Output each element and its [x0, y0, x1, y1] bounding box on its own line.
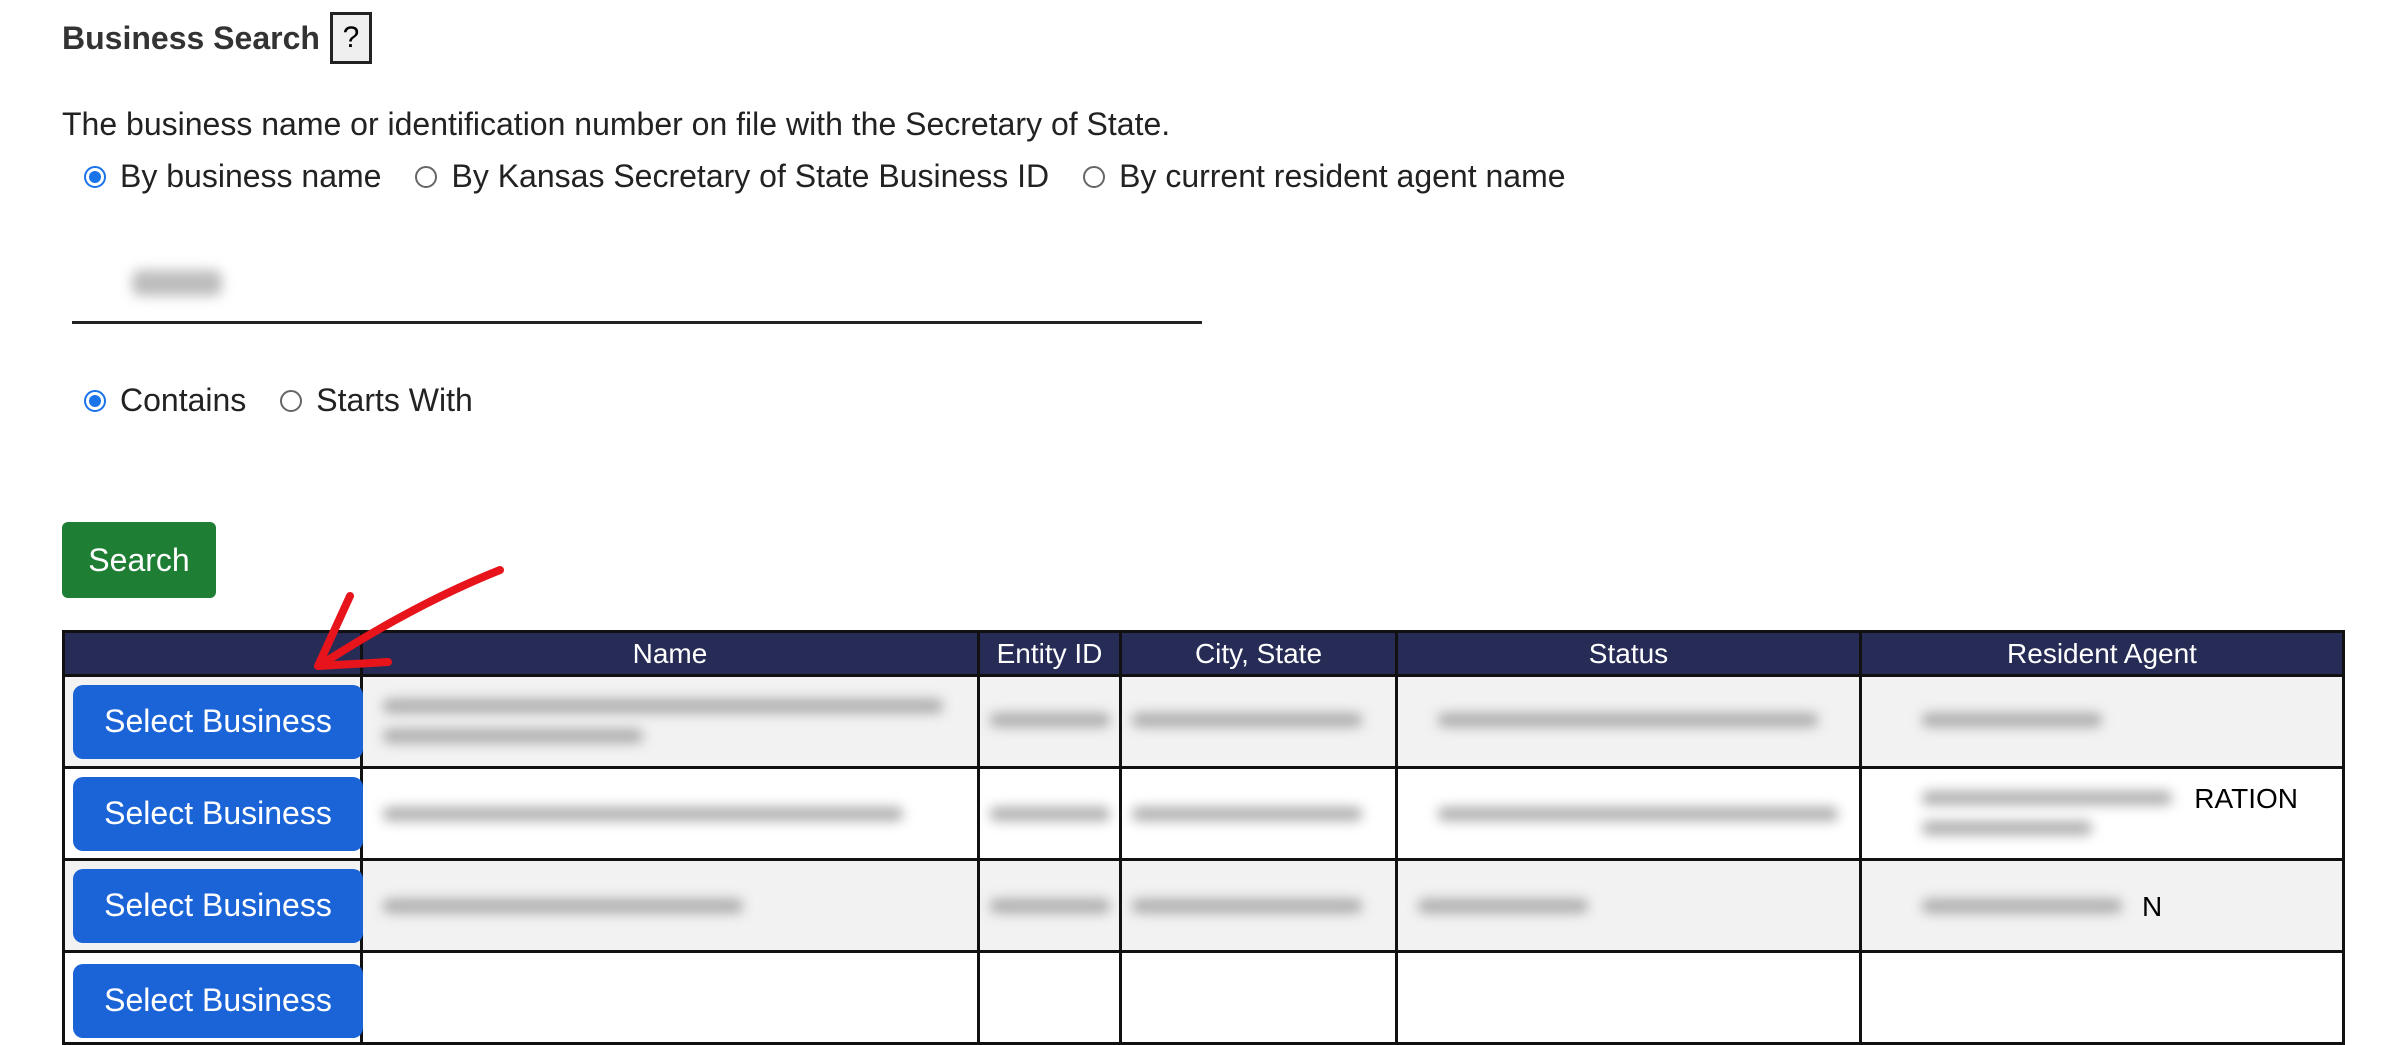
column-header-city-state[interactable]: City, State	[1119, 630, 1398, 677]
entity-id-cell	[977, 674, 1122, 769]
search-by-name-option[interactable]: By business name	[84, 158, 381, 195]
resident-agent-text: N	[2142, 891, 2163, 922]
table-row: Select Business	[62, 950, 2345, 1045]
search-by-id-option[interactable]: By Kansas Secretary of State Business ID	[415, 158, 1049, 195]
name-cell	[360, 858, 980, 953]
column-header-resident-agent[interactable]: Resident Agent	[1859, 630, 2345, 677]
help-button[interactable]: ?	[329, 12, 372, 64]
page-title: Business Search	[62, 19, 320, 56]
name-cell	[360, 950, 980, 1045]
match-mode-group: Contains Starts With	[84, 382, 507, 419]
resident-agent-cell: RATION	[1859, 766, 2345, 861]
city-state-cell	[1119, 674, 1398, 769]
status-cell	[1395, 858, 1862, 953]
business-search-input[interactable]	[72, 252, 1202, 324]
resident-agent-text: RATION	[2194, 783, 2298, 814]
table-row: Select Business N	[62, 858, 2345, 953]
column-header-status[interactable]: Status	[1395, 630, 1862, 677]
status-cell	[1395, 950, 1862, 1045]
starts-with-option[interactable]: Starts With	[280, 382, 473, 419]
select-business-button[interactable]: Select Business	[73, 868, 363, 943]
table-row: Select Business	[62, 674, 2345, 769]
select-cell: Select Business	[62, 766, 363, 861]
select-cell: Select Business	[62, 858, 363, 953]
radio-label: Contains	[120, 382, 247, 418]
search-by-group: By business name By Kansas Secretary of …	[84, 158, 1600, 195]
city-state-cell	[1119, 858, 1398, 953]
entity-id-cell	[977, 950, 1122, 1045]
status-cell	[1395, 766, 1862, 861]
search-button[interactable]: Search	[62, 522, 216, 598]
select-business-button[interactable]: Select Business	[73, 963, 363, 1038]
status-cell	[1395, 674, 1862, 769]
search-by-agent-option[interactable]: By current resident agent name	[1083, 158, 1566, 195]
select-cell: Select Business	[62, 674, 363, 769]
radio-label: By current resident agent name	[1119, 158, 1566, 194]
radio-button[interactable]	[280, 389, 303, 412]
radio-button[interactable]	[1083, 165, 1106, 188]
redacted-input-text	[132, 270, 222, 296]
annotation-arrow-icon	[314, 566, 504, 670]
name-cell	[360, 766, 980, 861]
entity-id-cell	[977, 858, 1122, 953]
resident-agent-cell	[1859, 950, 2345, 1045]
radio-label: By Kansas Secretary of State Business ID	[451, 158, 1050, 194]
name-cell	[360, 674, 980, 769]
city-state-cell	[1119, 766, 1398, 861]
radio-button[interactable]	[84, 165, 106, 188]
select-business-button[interactable]: Select Business	[73, 776, 363, 851]
radio-label: Starts With	[316, 382, 473, 418]
table-row: Select Business RATION	[62, 766, 2345, 861]
select-cell: Select Business	[62, 950, 363, 1045]
select-business-button[interactable]: Select Business	[73, 684, 363, 759]
results-table: Name Entity ID City, State Status Reside…	[62, 630, 2345, 1045]
header: Business Search ?	[62, 12, 372, 64]
resident-agent-cell	[1859, 674, 2345, 769]
entity-id-cell	[977, 766, 1122, 861]
search-description: The business name or identification numb…	[62, 106, 1171, 142]
radio-button[interactable]	[415, 165, 438, 188]
resident-agent-cell: N	[1859, 858, 2345, 953]
radio-label: By business name	[120, 158, 382, 194]
column-header-entity-id[interactable]: Entity ID	[977, 630, 1122, 677]
radio-button[interactable]	[84, 389, 106, 412]
city-state-cell	[1119, 950, 1398, 1045]
contains-option[interactable]: Contains	[84, 382, 246, 419]
